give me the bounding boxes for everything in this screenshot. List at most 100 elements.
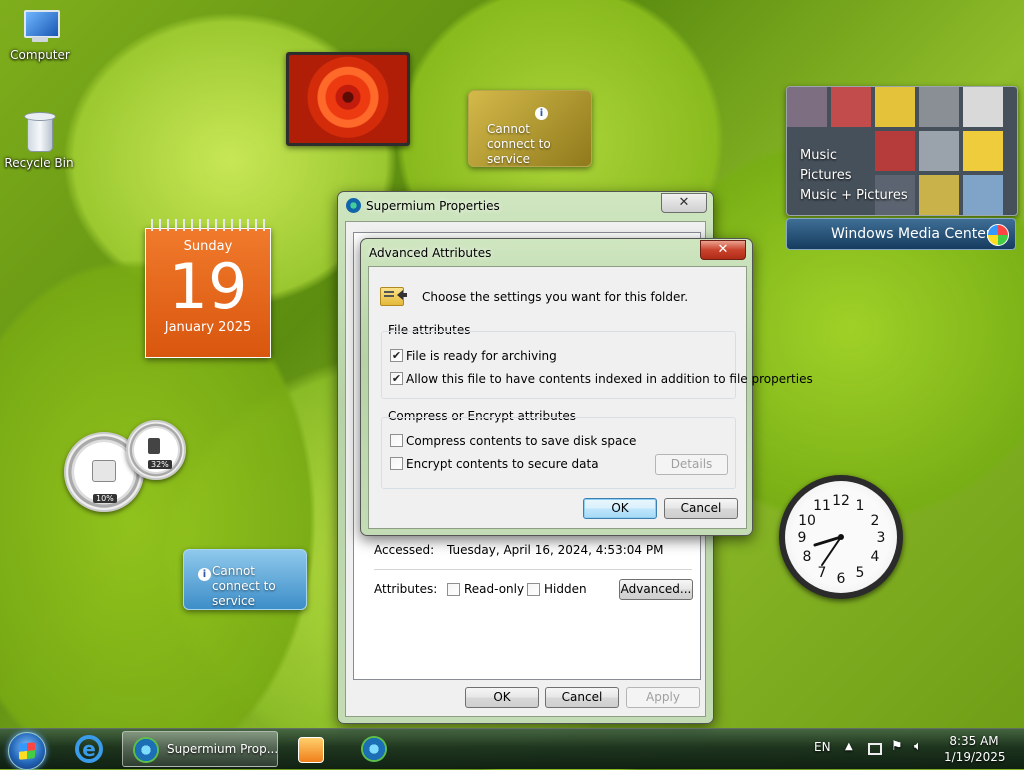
encrypt-checkbox[interactable] <box>390 457 403 470</box>
media-center-title: Windows Media Center <box>831 226 992 242</box>
windows-logo-icon <box>987 224 1009 246</box>
index-label: Allow this file to have contents indexed… <box>406 372 813 386</box>
info-icon: i <box>198 568 211 581</box>
clock-number: 10 <box>798 513 816 529</box>
desktop-icon-label: Recycle Bin <box>4 156 74 170</box>
taskbar-button-label: Supermium Prop... <box>167 742 279 756</box>
compress-group <box>381 417 736 489</box>
clock-number: 12 <box>832 493 850 509</box>
supermium-taskbar-button[interactable]: Supermium Prop... <box>122 731 278 767</box>
clock-number: 2 <box>871 513 880 529</box>
media-menu-pictures[interactable]: Pictures <box>800 166 908 186</box>
compress-label: Compress contents to save disk space <box>406 434 637 448</box>
desktop-icon-computer[interactable]: Computer <box>4 10 76 62</box>
clock-number: 11 <box>813 498 831 514</box>
clock-number: 5 <box>856 565 865 581</box>
hidden-checkbox[interactable] <box>527 583 540 596</box>
compress-checkbox[interactable] <box>390 434 403 447</box>
supermium-pinned-button[interactable] <box>348 731 400 767</box>
ok-button[interactable]: OK <box>583 498 657 519</box>
file-attributes-group <box>381 331 736 399</box>
taskbar: e Supermium Prop... EN ▲ ⚑ 🔈︎ 8:35 AM 1/… <box>0 728 1024 770</box>
clock-face: 12 1 2 3 4 5 6 7 8 9 10 11 <box>785 481 897 593</box>
close-button[interactable]: ✕ <box>661 193 707 213</box>
accessed-label: Accessed: <box>374 543 435 557</box>
properties-titlebar[interactable]: Supermium Properties <box>338 192 713 218</box>
desktop-icon-recycle-bin[interactable]: Recycle Bin <box>3 112 75 170</box>
clock-number: 1 <box>856 498 865 514</box>
archive-label: File is ready for archiving <box>406 349 557 363</box>
computer-icon <box>20 10 60 44</box>
close-button[interactable]: ✕ <box>700 240 746 260</box>
slideshow-gadget[interactable] <box>286 52 410 146</box>
supermium-icon <box>133 737 159 763</box>
network-icon[interactable] <box>868 743 882 755</box>
supermium-icon <box>361 736 387 762</box>
calendar-rings <box>148 219 266 231</box>
cpu-icon <box>92 460 116 482</box>
weather-gadget[interactable]: i Cannot connect to service <box>468 90 592 167</box>
clock-number: 6 <box>837 571 846 587</box>
memory-meter-dial[interactable]: 32% <box>126 420 186 480</box>
clock-number: 9 <box>798 530 807 546</box>
advanced-titlebar[interactable]: Advanced Attributes <box>361 239 752 265</box>
clock-number: 7 <box>818 565 827 581</box>
media-menu-music[interactable]: Music <box>800 146 908 166</box>
readonly-label: Read-only <box>464 582 525 596</box>
windows-logo-icon <box>19 742 35 760</box>
media-center-bar[interactable]: Windows Media Center <box>786 218 1016 250</box>
advanced-title: Advanced Attributes <box>369 246 492 260</box>
calendar-gadget[interactable]: Sunday 19 January 2025 <box>145 219 271 358</box>
accessed-value: Tuesday, April 16, 2024, 4:53:04 PM <box>447 543 664 557</box>
cancel-button[interactable]: Cancel <box>664 498 738 519</box>
calendar-day: 19 <box>168 250 248 323</box>
media-menu-music-pictures[interactable]: Music + Pictures <box>800 186 908 206</box>
advanced-button[interactable]: Advanced... <box>619 579 693 600</box>
details-button[interactable]: Details <box>655 454 728 475</box>
readonly-checkbox[interactable] <box>447 583 460 596</box>
attributes-label: Attributes: <box>374 582 438 596</box>
language-indicator[interactable]: EN <box>814 740 831 754</box>
clock-gadget[interactable]: 12 1 2 3 4 5 6 7 8 9 10 11 <box>779 475 903 599</box>
media-player-icon <box>298 737 324 763</box>
calendar-month: January 2025 <box>164 320 252 335</box>
clock-time: 8:35 AM <box>949 734 999 748</box>
media-center-gadget[interactable]: Music Pictures Music + Pictures Windows … <box>786 86 1018 250</box>
archive-checkbox[interactable]: ✔ <box>390 349 403 362</box>
instruction-text: Choose the settings you want for this fo… <box>422 290 689 304</box>
weather-gadget-2[interactable]: i Cannot connect to service <box>183 549 307 610</box>
clock-number: 8 <box>803 549 812 565</box>
weather-message: Cannot connect to service <box>212 564 276 608</box>
divider <box>374 569 692 570</box>
apply-button[interactable]: Apply <box>626 687 700 708</box>
internet-explorer-icon: e <box>75 735 103 763</box>
clock-number: 4 <box>871 549 880 565</box>
advanced-client: Choose the settings you want for this fo… <box>368 266 813 529</box>
system-clock[interactable]: 8:35 AM 1/19/2025 <box>944 733 1006 765</box>
start-button[interactable] <box>8 732 46 770</box>
flower-photo <box>289 55 407 143</box>
hidden-label: Hidden <box>544 582 587 596</box>
action-center-flag-icon[interactable]: ⚑ <box>891 739 903 754</box>
media-menu: Music Pictures Music + Pictures <box>800 146 908 206</box>
desktop-icon-label: Computer <box>10 48 70 62</box>
encrypt-label: Encrypt contents to secure data <box>406 457 599 471</box>
cancel-button[interactable]: Cancel <box>545 687 619 708</box>
info-icon: i <box>535 107 548 120</box>
cpu-percentage: 10% <box>93 494 117 503</box>
volume-icon[interactable]: 🔈︎ <box>914 739 922 754</box>
folder-properties-icon <box>380 284 410 306</box>
index-checkbox[interactable]: ✔ <box>390 372 403 385</box>
clock-hands: 12 1 2 3 4 5 6 7 8 9 10 11 <box>798 493 886 587</box>
media-player-taskbar-button[interactable] <box>284 731 336 767</box>
show-hidden-icons-icon[interactable]: ▲ <box>845 741 853 752</box>
weather-message: Cannot connect to service <box>487 122 551 166</box>
memory-icon <box>148 438 160 454</box>
memory-percentage: 32% <box>148 460 172 469</box>
supermium-icon <box>346 198 361 213</box>
ok-button[interactable]: OK <box>465 687 539 708</box>
advanced-attributes-dialog: Advanced Attributes ✕ Choose the setting… <box>360 238 813 536</box>
recycle-bin-icon <box>24 112 56 152</box>
internet-explorer-taskbar-button[interactable]: e <box>64 731 116 767</box>
clock-number: 3 <box>877 530 886 546</box>
